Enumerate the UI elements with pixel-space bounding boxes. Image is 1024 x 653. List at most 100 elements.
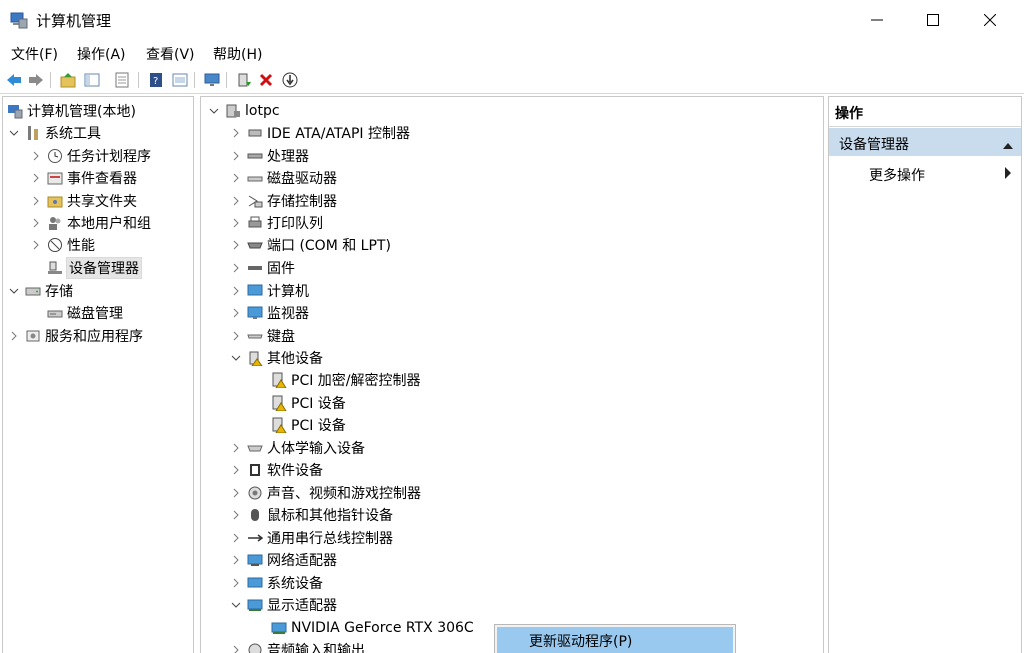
chevron-right-icon[interactable] xyxy=(229,216,243,230)
device-category[interactable]: 监视器 xyxy=(229,302,309,324)
close-button[interactable] xyxy=(962,0,1018,40)
device-category[interactable]: 键盘 xyxy=(229,325,295,347)
tree-item-label: 任务计划程序 xyxy=(67,149,151,165)
device-item[interactable]: PCI 设备 xyxy=(271,414,346,436)
tree-item-performance[interactable]: 性能 xyxy=(29,234,95,256)
submenu-arrow-icon[interactable] xyxy=(1004,167,1012,183)
show-hide-tree-icon[interactable] xyxy=(82,70,102,90)
device-category[interactable]: 计算机 xyxy=(229,280,309,302)
chevron-right-icon[interactable] xyxy=(229,194,243,208)
chevron-right-icon[interactable] xyxy=(229,171,243,185)
chevron-right-icon[interactable] xyxy=(229,508,243,522)
chevron-right-icon[interactable] xyxy=(229,261,243,275)
performance-icon xyxy=(47,237,63,253)
export-list-icon[interactable] xyxy=(112,70,132,90)
tree-item-storage[interactable]: 存储 xyxy=(7,280,73,302)
device-item[interactable]: PCI 加密/解密控制器 xyxy=(271,369,421,391)
device-category-label: 鼠标和其他指针设备 xyxy=(267,508,393,524)
up-folder-icon[interactable] xyxy=(58,70,78,90)
chevron-right-icon[interactable] xyxy=(229,284,243,298)
device-category[interactable]: IDE ATA/ATAPI 控制器 xyxy=(229,122,410,144)
computer-management-icon xyxy=(7,103,23,119)
device-category-expanded[interactable]: 显示适配器 xyxy=(229,594,337,616)
tree-root[interactable]: 计算机管理(本地) xyxy=(7,100,136,122)
uninstall-icon[interactable] xyxy=(256,70,276,90)
update-driver-icon[interactable] xyxy=(234,70,254,90)
device-category-label: 声音、视频和游戏控制器 xyxy=(267,486,421,502)
more-actions-link[interactable]: 更多操作 xyxy=(869,165,925,185)
tools-icon xyxy=(25,125,41,141)
tree-item-shared-folders[interactable]: 共享文件夹 xyxy=(29,190,137,212)
device-category[interactable]: 打印队列 xyxy=(229,212,323,234)
device-category[interactable]: 人体学输入设备 xyxy=(229,437,365,459)
tree-item-task-scheduler[interactable]: 任务计划程序 xyxy=(29,145,151,167)
chevron-right-icon[interactable] xyxy=(229,553,243,567)
maximize-button[interactable] xyxy=(905,0,961,40)
tree-item-event-viewer[interactable]: 事件查看器 xyxy=(29,167,137,189)
tree-item-device-manager[interactable]: 设备管理器 xyxy=(47,257,142,279)
device-category[interactable]: 处理器 xyxy=(229,145,309,167)
port-icon xyxy=(247,237,263,253)
device-root[interactable]: lotpc xyxy=(207,100,280,122)
device-category[interactable]: 系统设备 xyxy=(229,572,323,594)
chevron-right-icon[interactable] xyxy=(229,643,243,653)
minimize-button[interactable] xyxy=(849,0,905,40)
menu-help[interactable]: 帮助(H) xyxy=(213,44,262,64)
menu-view[interactable]: 查看(V) xyxy=(146,44,195,64)
chevron-down-icon[interactable] xyxy=(207,104,221,118)
actions-section-label: 设备管理器 xyxy=(839,137,909,153)
chevron-right-icon[interactable] xyxy=(229,329,243,343)
device-category[interactable]: 端口 (COM 和 LPT) xyxy=(229,234,391,256)
menu-file[interactable]: 文件(F) xyxy=(11,44,58,64)
chevron-right-icon[interactable] xyxy=(29,216,43,230)
tree-item-label: 磁盘管理 xyxy=(67,306,123,322)
chevron-right-icon[interactable] xyxy=(229,149,243,163)
forward-icon[interactable] xyxy=(26,70,46,90)
chevron-down-icon[interactable] xyxy=(229,598,243,612)
chevron-right-icon[interactable] xyxy=(229,306,243,320)
chevron-right-icon[interactable] xyxy=(229,486,243,500)
tree-item-system-tools[interactable]: 系统工具 xyxy=(7,122,101,144)
collapse-up-icon[interactable] xyxy=(1003,138,1013,154)
chevron-right-icon[interactable] xyxy=(29,149,43,163)
tree-item-disk-management[interactable]: 磁盘管理 xyxy=(47,302,123,324)
chevron-right-icon[interactable] xyxy=(29,194,43,208)
monitor-icon[interactable] xyxy=(202,70,222,90)
back-icon[interactable] xyxy=(4,70,24,90)
device-category-label: 系统设备 xyxy=(267,576,323,592)
chevron-right-icon[interactable] xyxy=(229,441,243,455)
chevron-right-icon[interactable] xyxy=(7,329,21,343)
device-item-gpu[interactable]: NVIDIA GeForce RTX 306C xyxy=(271,617,474,639)
device-category[interactable]: 声音、视频和游戏控制器 xyxy=(229,482,421,504)
chevron-right-icon[interactable] xyxy=(229,531,243,545)
properties-icon[interactable] xyxy=(170,70,190,90)
device-category[interactable]: 音频输入和输出 xyxy=(229,639,365,653)
chevron-down-icon[interactable] xyxy=(229,351,243,365)
device-category[interactable]: 鼠标和其他指针设备 xyxy=(229,504,393,526)
chevron-right-icon[interactable] xyxy=(229,576,243,590)
device-category[interactable]: 通用串行总线控制器 xyxy=(229,527,393,549)
device-category[interactable]: 网络适配器 xyxy=(229,549,337,571)
chevron-right-icon[interactable] xyxy=(229,463,243,477)
device-category[interactable]: 存储控制器 xyxy=(229,190,337,212)
help-icon[interactable]: ? xyxy=(146,70,166,90)
chevron-right-icon[interactable] xyxy=(229,126,243,140)
chevron-right-icon[interactable] xyxy=(229,238,243,252)
device-category[interactable]: 固件 xyxy=(229,257,295,279)
actions-section-device-manager[interactable]: 设备管理器 xyxy=(829,128,1021,156)
ide-controller-icon xyxy=(247,125,263,141)
chevron-right-icon[interactable] xyxy=(29,238,43,252)
chevron-down-icon[interactable] xyxy=(7,284,21,298)
device-category-expanded[interactable]: 其他设备 xyxy=(229,347,323,369)
tree-item-local-users[interactable]: 本地用户和组 xyxy=(29,212,151,234)
device-category[interactable]: 软件设备 xyxy=(229,459,323,481)
device-item[interactable]: PCI 设备 xyxy=(271,392,346,414)
chevron-down-icon[interactable] xyxy=(7,126,21,140)
device-category[interactable]: 磁盘驱动器 xyxy=(229,167,337,189)
disable-icon[interactable] xyxy=(280,70,300,90)
tree-item-services-apps[interactable]: 服务和应用程序 xyxy=(7,325,143,347)
menu-action[interactable]: 操作(A) xyxy=(77,44,126,64)
clock-icon xyxy=(47,148,63,164)
update-driver-menu-item[interactable]: 更新驱动程序(P) xyxy=(497,627,733,653)
chevron-right-icon[interactable] xyxy=(29,171,43,185)
